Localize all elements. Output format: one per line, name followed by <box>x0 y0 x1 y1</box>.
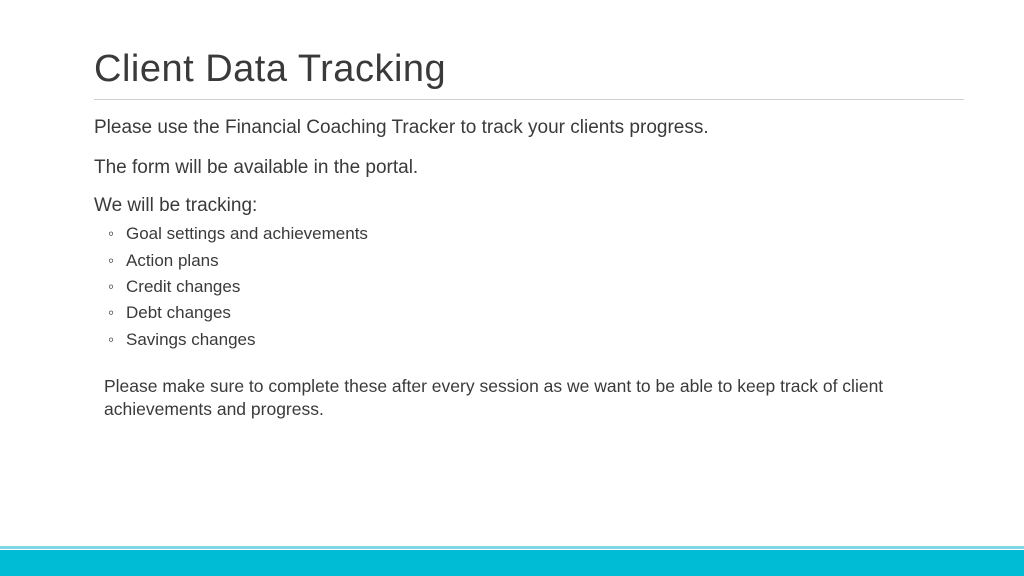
footer-accent-bar <box>0 550 1024 576</box>
list-item: Goal settings and achievements <box>126 221 964 247</box>
slide-content: Client Data Tracking Please use the Fina… <box>0 0 1024 421</box>
list-item: Action plans <box>126 248 964 274</box>
intro-paragraph-1: Please use the Financial Coaching Tracke… <box>94 116 964 141</box>
tracking-label: We will be tracking: <box>94 195 964 217</box>
list-item: Savings changes <box>126 327 964 353</box>
list-item: Debt changes <box>126 300 964 326</box>
title-divider <box>94 99 964 100</box>
slide-title: Client Data Tracking <box>94 48 964 91</box>
list-item: Credit changes <box>126 274 964 300</box>
intro-paragraph-2: The form will be available in the portal… <box>94 156 964 181</box>
closing-paragraph: Please make sure to complete these after… <box>94 375 964 421</box>
tracking-list: Goal settings and achievements Action pl… <box>94 221 964 353</box>
